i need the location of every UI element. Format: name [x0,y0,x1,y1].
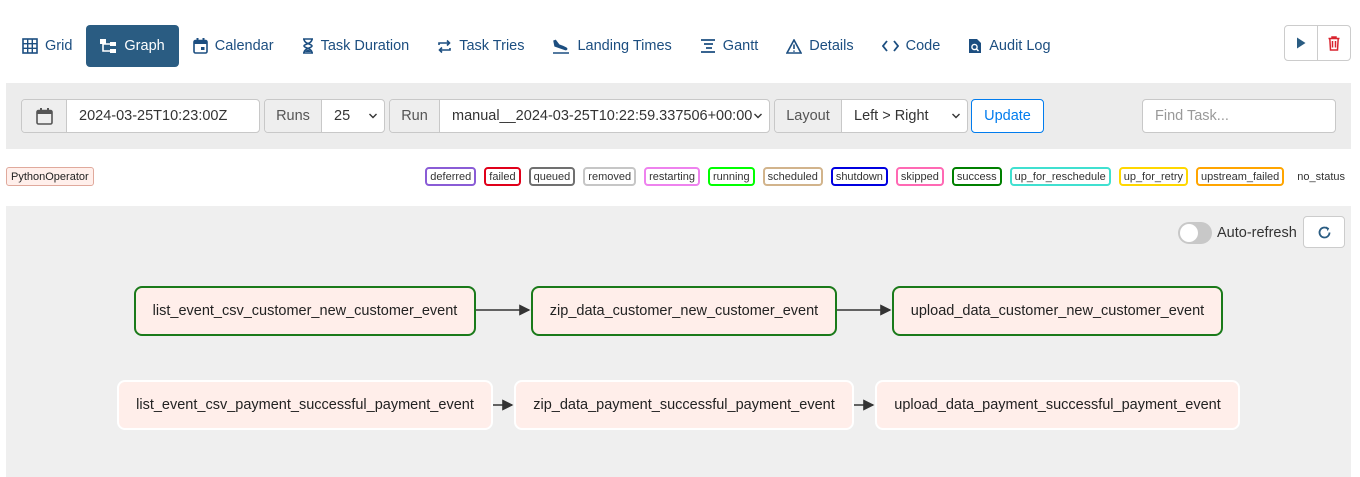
find-task-input[interactable] [1142,99,1336,133]
trash-icon [1328,35,1340,51]
warning-triangle-icon [786,38,803,54]
graph-controls: 2024-03-25T10:23:00Z Runs 25 Run manual_… [6,83,1351,149]
tab-task-duration[interactable]: Task Duration [288,25,424,67]
execution-date-picker[interactable]: 2024-03-25T10:23:00Z [21,99,260,133]
task-node-label: zip_data_customer_new_customer_event [549,303,819,319]
task-node-label: list_event_csv_payment_successful_paymen… [136,397,474,413]
hourglass-icon [302,38,313,54]
tab-calendar-label: Calendar [214,38,274,54]
legend-state-scheduled: scheduled [762,167,823,186]
legend-state-queued: queued [528,167,576,186]
layout-value[interactable]: Left > Right [842,100,967,132]
task-node[interactable]: zip_data_customer_new_customer_event [531,286,837,336]
layout-label: Layout [775,100,842,132]
play-icon [1297,37,1306,49]
chevron-down-icon [952,113,960,119]
task-node-label: list_event_csv_customer_new_customer_eve… [152,303,458,319]
tab-grid-label: Grid [45,38,73,54]
tab-graph-label: Graph [124,38,165,54]
run-select[interactable]: Run manual__2024-03-25T10:22:59.337506+0… [389,99,770,133]
calendar-icon [192,38,208,54]
view-tabs: Grid Graph Calendar Task Duration Task T… [8,25,1065,67]
tab-code[interactable]: Code [868,25,955,67]
execution-date-input[interactable]: 2024-03-25T10:23:00Z [67,100,259,132]
operator-legend: PythonOperator [6,167,94,186]
chevron-down-icon [369,113,377,119]
trigger-dag-button[interactable] [1285,26,1317,60]
runs-value[interactable]: 25 [322,100,384,132]
task-node-label: upload_data_customer_new_customer_event [910,303,1205,319]
runs-label: Runs [265,100,322,132]
tab-gantt-label: Gantt [722,38,759,54]
tab-graph[interactable]: Graph [86,25,179,67]
tab-task-duration-label: Task Duration [320,38,410,54]
code-icon [881,40,899,52]
dag-actions [1284,25,1351,61]
task-node-label: zip_data_payment_successful_payment_even… [533,397,835,413]
legend-state-running: running [707,167,755,186]
tab-landing-times[interactable]: Landing Times [538,25,685,67]
tab-task-tries[interactable]: Task Tries [423,25,538,67]
tab-code-label: Code [905,38,941,54]
run-value-text: manual__2024-03-25T10:22:59.337506+00:00 [452,108,753,124]
update-button[interactable]: Update [971,99,1044,133]
tab-details[interactable]: Details [772,25,867,67]
layout-select[interactable]: Layout Left > Right [774,99,968,133]
layout-value-text: Left > Right [854,108,929,124]
graph-icon [100,39,117,53]
task-node[interactable]: list_event_csv_payment_successful_paymen… [117,380,493,430]
retry-icon [438,39,452,53]
task-node-label: upload_data_payment_successful_payment_e… [894,397,1221,413]
runs-value-text: 25 [334,108,351,124]
grid-icon [22,38,38,54]
legend-state-shutdown: shutdown [830,167,888,186]
tab-gantt[interactable]: Gantt [686,25,772,67]
tab-details-label: Details [809,38,854,54]
runs-select[interactable]: Runs 25 [264,99,385,133]
tab-landing-times-label: Landing Times [577,38,672,54]
plane-landing-icon [553,39,570,54]
task-node[interactable]: list_event_csv_customer_new_customer_eve… [134,286,476,336]
calendar-icon [35,107,53,125]
legend-state-restarting: restarting [644,167,700,186]
legend-state-upstream-failed: upstream_failed [1196,167,1285,186]
legend-state-no-status: no_status [1292,167,1350,186]
run-label: Run [390,100,440,132]
legend-state-deferred: deferred [425,167,477,186]
state-legend: deferred failed queued removed restarting run… [425,167,1350,186]
legend-state-skipped: skipped [895,167,944,186]
task-node[interactable]: zip_data_payment_successful_payment_even… [514,380,854,430]
chevron-down-icon [754,113,762,119]
audit-log-icon [969,39,982,53]
gantt-icon [700,39,715,53]
delete-dag-button[interactable] [1317,26,1350,60]
task-node[interactable]: upload_data_customer_new_customer_event [892,286,1223,336]
legend-state-success: success [951,167,1002,186]
tab-calendar[interactable]: Calendar [179,25,288,67]
legend-state-up-for-reschedule: up_for_reschedule [1009,167,1111,186]
graph-edges [476,304,892,411]
task-node[interactable]: upload_data_payment_successful_payment_e… [875,380,1240,430]
tab-audit-log[interactable]: Audit Log [954,25,1064,67]
legend-state-removed: removed [583,167,637,186]
date-picker-addon[interactable] [22,100,67,132]
run-value[interactable]: manual__2024-03-25T10:22:59.337506+00:00 [440,100,769,132]
tab-audit-log-label: Audit Log [989,38,1051,54]
legend-state-up-for-retry: up_for_retry [1118,167,1189,186]
tab-task-tries-label: Task Tries [459,38,525,54]
tab-grid[interactable]: Grid [8,25,86,67]
graph-canvas[interactable]: Auto-refresh list_event_csv_customer_new… [6,206,1351,477]
legend-state-failed: failed [484,167,521,186]
